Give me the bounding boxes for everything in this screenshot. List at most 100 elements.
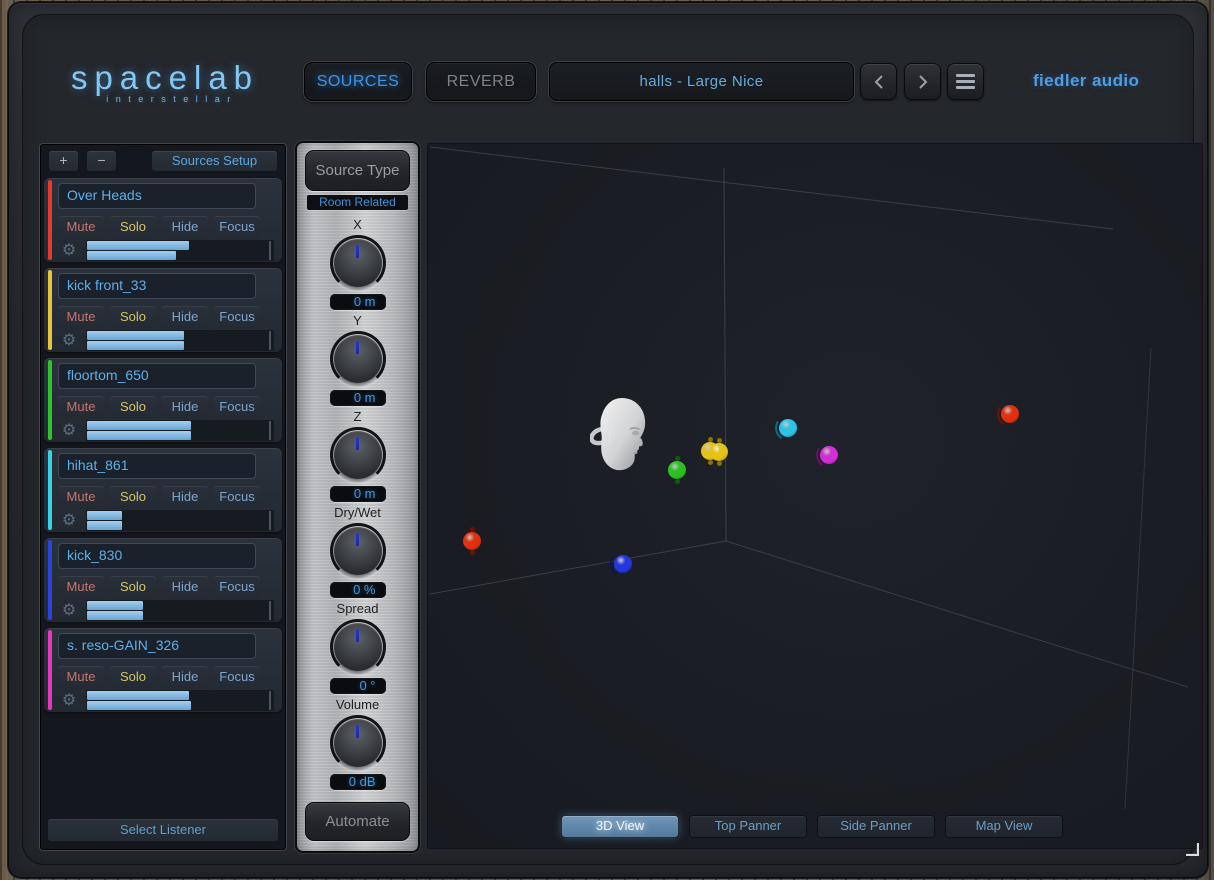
source-focus-button[interactable]: Focus [214,216,260,239]
source-item[interactable]: hihat_861 Mute Solo Hide Focus ⚙ [44,448,282,532]
source-mute-button[interactable]: Mute [58,216,104,239]
source-focus-button[interactable]: Focus [214,306,260,329]
gear-icon[interactable]: ⚙ [58,601,80,620]
chevron-left-icon [872,74,886,90]
source-mute-button[interactable]: Mute [58,666,104,689]
select-listener-button[interactable]: Select Listener [48,819,278,841]
source-buttons: Mute Solo Hide Focus [58,396,260,419]
source-name-field[interactable]: floortom_650 [58,363,256,389]
source-ball-blue[interactable] [614,555,632,573]
automate-button[interactable]: Automate [305,802,410,841]
view-tab-side-panner[interactable]: Side Panner [818,816,934,837]
source-focus-button[interactable]: Focus [214,576,260,599]
knob-value-display[interactable]: 0 m [330,486,386,502]
meter-track [87,331,273,340]
source-name-field[interactable]: Over Heads [58,183,256,209]
view-tab-top-panner[interactable]: Top Panner [690,816,806,837]
preset-prev-button[interactable] [860,63,897,100]
knob[interactable] [330,427,386,483]
source-name-field[interactable]: s. reso-GAIN_326 [58,633,256,659]
source-solo-button[interactable]: Solo [110,666,156,689]
source-ball-magenta[interactable] [820,446,838,464]
room-related-mode[interactable]: Room Related [307,195,408,210]
source-type-button[interactable]: Source Type [305,150,410,191]
source-ball-green[interactable] [668,461,686,479]
desktop-background: { "topbar": { "logo": { "title": "spacel… [0,0,1214,880]
knob-value-display[interactable]: 0 m [330,294,386,310]
source-ball-yellow-b[interactable] [710,443,728,461]
gear-icon[interactable]: ⚙ [58,241,80,260]
source-mute-button[interactable]: Mute [58,486,104,509]
gear-icon[interactable]: ⚙ [58,691,80,710]
resize-handle-icon[interactable] [1184,841,1199,861]
meter-fill [87,601,143,610]
source-mute-button[interactable]: Mute [58,576,104,599]
gear-icon[interactable]: ⚙ [58,421,80,440]
source-meter-row: ⚙ [58,693,274,709]
listener-head[interactable] [590,396,652,477]
view-tab-3d-view[interactable]: 3D View [562,816,678,837]
knob[interactable] [330,619,386,675]
knob[interactable] [330,715,386,771]
source-hide-button[interactable]: Hide [162,216,208,239]
remove-source-button[interactable]: − [87,151,116,171]
source-ball-red-left[interactable] [463,532,481,550]
gear-icon[interactable]: ⚙ [58,511,80,530]
source-color-stripe [48,540,52,620]
knob[interactable] [330,523,386,579]
knob-body [334,431,382,479]
preset-selector[interactable]: halls - Large Nice [549,62,854,101]
source-color-stripe [48,360,52,440]
level-meters [86,330,274,351]
meter-track [87,521,273,530]
knob-body [334,719,382,767]
preset-next-button[interactable] [904,63,941,100]
source-hide-button[interactable]: Hide [162,306,208,329]
source-solo-button[interactable]: Solo [110,486,156,509]
knob-value-display[interactable]: 0 dB [330,774,386,790]
source-item[interactable]: kick front_33 Mute Solo Hide Focus ⚙ [44,268,282,352]
knob[interactable] [330,235,386,291]
source-item[interactable]: s. reso-GAIN_326 Mute Solo Hide Focus ⚙ [44,628,282,712]
source-item[interactable]: floortom_650 Mute Solo Hide Focus ⚙ [44,358,282,442]
knob-value-display[interactable]: 0 ° [330,678,386,694]
source-focus-button[interactable]: Focus [214,396,260,419]
gear-icon[interactable]: ⚙ [58,331,80,350]
knob-value-display[interactable]: 0 m [330,390,386,406]
source-item[interactable]: Over Heads Mute Solo Hide Focus ⚙ [44,178,282,262]
knob-pointer [356,629,359,642]
add-source-button[interactable]: + [49,151,78,171]
tab-sources[interactable]: SOURCES [304,62,412,101]
source-name-field[interactable]: kick_830 [58,543,256,569]
knob-body [334,335,382,383]
meter-fill [87,521,122,530]
source-hide-button[interactable]: Hide [162,576,208,599]
knob-value-display[interactable]: 0 % [330,582,386,598]
source-name-field[interactable]: hihat_861 [58,453,256,479]
source-solo-button[interactable]: Solo [110,306,156,329]
source-hide-button[interactable]: Hide [162,396,208,419]
source-solo-button[interactable]: Solo [110,396,156,419]
source-item[interactable]: kick_830 Mute Solo Hide Focus ⚙ [44,538,282,622]
source-hide-button[interactable]: Hide [162,486,208,509]
source-focus-button[interactable]: Focus [214,486,260,509]
meter-fill [87,611,143,620]
knob[interactable] [330,331,386,387]
view-tab-map-view[interactable]: Map View [946,816,1062,837]
menu-button[interactable] [947,63,984,100]
source-mute-button[interactable]: Mute [58,306,104,329]
source-focus-button[interactable]: Focus [214,666,260,689]
source-hide-button[interactable]: Hide [162,666,208,689]
spacelab-logo: spacelab interstellar [65,59,265,104]
source-ball-red-right[interactable] [1001,405,1019,423]
source-solo-button[interactable]: Solo [110,216,156,239]
3d-viewport[interactable]: 3D View Top Panner Side Panner Map View [427,143,1203,849]
knob-column: X0 mY0 mZ0 mDry/Wet0 %Spread0 °Volume0 d… [297,217,418,793]
tab-reverb[interactable]: REVERB [426,62,536,101]
source-color-stripe [48,270,52,350]
source-buttons: Mute Solo Hide Focus [58,666,260,689]
source-ball-cyan[interactable] [779,419,797,437]
source-mute-button[interactable]: Mute [58,396,104,419]
source-solo-button[interactable]: Solo [110,576,156,599]
source-name-field[interactable]: kick front_33 [58,273,256,299]
